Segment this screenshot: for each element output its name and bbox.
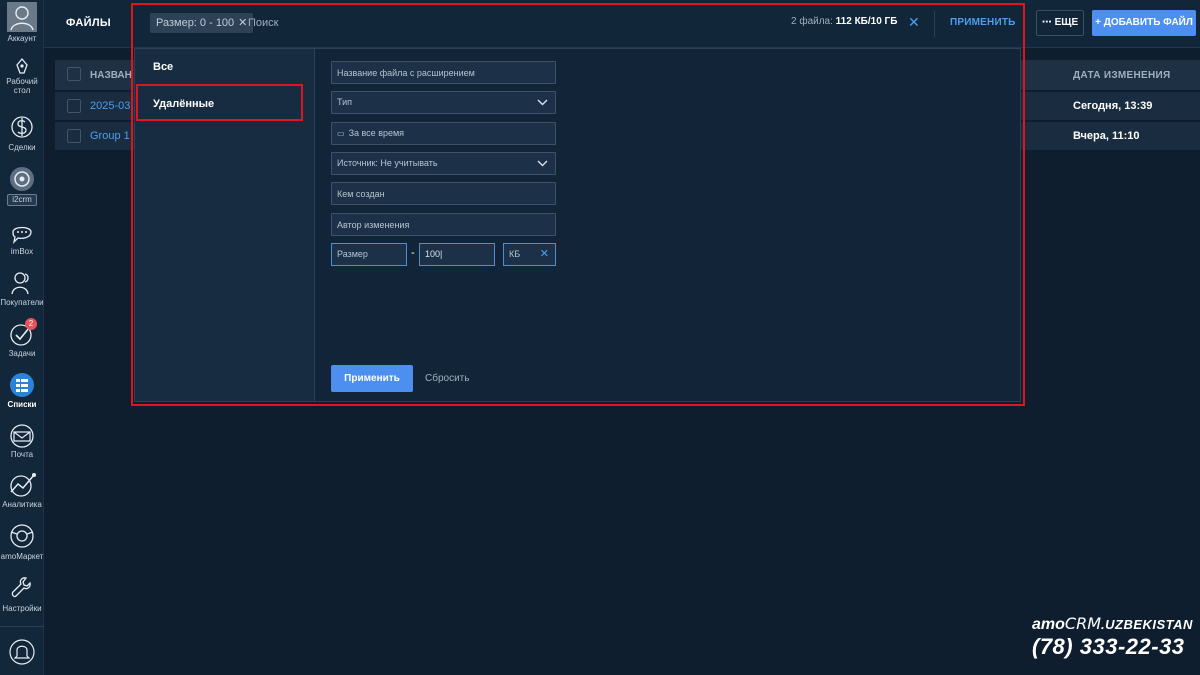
- sidebar-item-i2crm[interactable]: i2crm: [0, 166, 44, 206]
- sidebar-item-label: Аналитика: [2, 500, 42, 509]
- mail-icon: [10, 424, 34, 448]
- modified-by-field[interactable]: [331, 213, 556, 236]
- files-count: 2 файла:: [791, 16, 833, 27]
- preset-deleted[interactable]: Удалённые: [153, 98, 214, 110]
- sidebar-item-label-line1: Рабочий: [6, 77, 38, 86]
- clear-filter-icon[interactable]: ✕: [908, 15, 920, 29]
- more-dots-icon: ⋯: [1041, 17, 1052, 28]
- close-icon[interactable]: ✕: [540, 244, 549, 265]
- apply-filter-link[interactable]: ПРИМЕНИТЬ: [950, 17, 1016, 28]
- period-label: За все время: [348, 128, 405, 138]
- reset-button[interactable]: Сбросить: [425, 373, 469, 384]
- filter-chip-label: Размер: 0 - 100: [156, 17, 235, 29]
- deals-icon: [11, 116, 33, 138]
- modified-date: Вчера, 11:10: [1073, 130, 1140, 142]
- sidebar-item-lists[interactable]: Списки: [0, 372, 44, 409]
- size-unit-label: КБ: [509, 249, 521, 259]
- size-from-field[interactable]: Размер: [331, 243, 407, 266]
- sidebar-item-deals[interactable]: Сделки: [0, 113, 44, 152]
- tasks-badge: 2: [25, 318, 37, 330]
- created-by-field[interactable]: [331, 182, 556, 205]
- row-checkbox[interactable]: [67, 99, 81, 113]
- column-header-date[interactable]: ДАТА ИЗМЕНЕНИЯ: [1073, 70, 1170, 81]
- size-to-value: 100: [425, 249, 441, 259]
- sidebar-item-label: Задачи: [8, 349, 36, 358]
- row-checkbox[interactable]: [67, 129, 81, 143]
- sidebar-item-label: imBox: [10, 247, 34, 256]
- brand-crm: CRM: [1064, 614, 1101, 633]
- market-icon: [10, 524, 34, 548]
- type-select[interactable]: Тип: [331, 91, 556, 114]
- close-icon[interactable]: ✕: [238, 17, 247, 29]
- page-title: ФАЙЛЫ: [66, 17, 111, 29]
- active-filter-chip[interactable]: Размер: 0 - 100 ✕: [150, 13, 254, 33]
- sidebar-item-label: amoМаркет: [0, 552, 44, 561]
- column-header-name[interactable]: НАЗВАН: [90, 70, 132, 81]
- sidebar-item-settings[interactable]: Настройки: [0, 574, 44, 613]
- watermark-phone: (78) 333-22-33: [1032, 634, 1185, 659]
- filter-presets: Все Удалённые: [135, 49, 315, 401]
- settings-icon: [11, 577, 31, 598]
- sidebar-divider: [0, 626, 44, 627]
- divider: [934, 11, 935, 37]
- sidebar-item-label: Аккаунт: [7, 34, 37, 43]
- analytics-icon: [10, 473, 36, 497]
- sidebar-item-market[interactable]: amoМаркет: [0, 522, 44, 561]
- source-select-label: Источник: Не учитывать: [337, 158, 438, 168]
- sidebar-item-tasks[interactable]: 2 Задачи: [0, 318, 44, 358]
- select-all-checkbox[interactable]: [67, 67, 81, 81]
- imbox-icon: [12, 226, 32, 244]
- watermark-brand: amoCRM.UZBEKISTAN: [1032, 614, 1193, 634]
- range-dash: -: [411, 247, 415, 259]
- more-button-label: ЕЩЕ: [1054, 17, 1079, 28]
- size-from-placeholder: Размер: [337, 249, 368, 259]
- sidebar-item-analytics[interactable]: Аналитика: [0, 472, 44, 509]
- file-name-link[interactable]: Group 1: [90, 130, 130, 142]
- files-summary: 2 файла: 112 КБ/10 ГБ: [791, 16, 897, 27]
- add-file-button[interactable]: + ДОБАВИТЬ ФАЙЛ: [1092, 10, 1196, 36]
- sidebar-item-account[interactable]: Аккаунт: [0, 2, 44, 43]
- sidebar-item-mail[interactable]: Почта: [0, 424, 44, 459]
- type-select-label: Тип: [337, 97, 353, 107]
- bell-icon: [9, 639, 35, 665]
- size-unit-select[interactable]: КБ ✕: [503, 243, 556, 266]
- period-field[interactable]: ▭ За все время: [331, 122, 556, 145]
- sidebar-item-imbox[interactable]: imBox: [0, 221, 44, 256]
- sidebar-item-label: Покупатели: [0, 298, 44, 307]
- sidebar-item-label: Списки: [7, 400, 37, 409]
- file-name-field[interactable]: [331, 61, 556, 84]
- desktop-icon: [16, 57, 28, 74]
- brand-amo: amo: [1032, 616, 1065, 633]
- apply-button[interactable]: Применить: [331, 365, 413, 392]
- more-button[interactable]: ⋯ ЕЩЕ: [1036, 10, 1084, 36]
- calendar-icon: ▭: [337, 129, 345, 138]
- i2crm-label: i2crm: [7, 194, 37, 206]
- lists-icon: [10, 373, 34, 397]
- size-to-field[interactable]: 100|: [419, 243, 495, 266]
- file-name-link[interactable]: 2025-03: [90, 100, 130, 112]
- sidebar-item-customers[interactable]: Покупатели: [0, 270, 44, 307]
- sidebar-item-label: Настройки: [2, 604, 42, 613]
- sidebar-item-label: Почта: [10, 450, 34, 459]
- search-input[interactable]: [248, 13, 548, 33]
- account-icon: [7, 2, 37, 32]
- sidebar-item-desktop[interactable]: Рабочий стол: [0, 57, 44, 95]
- left-sidebar: Аккаунт Рабочий стол Сделки i2crm imBox: [0, 0, 44, 675]
- chevron-down-icon: [537, 99, 548, 106]
- files-size: 112 КБ/10 ГБ: [835, 16, 898, 27]
- top-bar: ФАЙЛЫ Размер: 0 - 100✕ 2 файла: 112 КБ/1…: [44, 0, 1200, 48]
- sidebar-item-notifications[interactable]: [0, 638, 44, 668]
- customers-icon: [11, 272, 29, 295]
- chevron-down-icon: [537, 160, 548, 167]
- preset-all[interactable]: Все: [153, 61, 173, 73]
- filter-panel: Все Удалённые Тип ▭За все время Источник…: [134, 48, 1021, 402]
- source-select[interactable]: Источник: Не учитывать: [331, 152, 556, 175]
- brand-suffix: .UZBEKISTAN: [1101, 617, 1193, 632]
- modified-date: Сегодня, 13:39: [1073, 100, 1153, 112]
- i2crm-icon: [10, 167, 34, 191]
- sidebar-item-label: Сделки: [8, 143, 36, 152]
- sidebar-item-label-line2: стол: [13, 86, 31, 95]
